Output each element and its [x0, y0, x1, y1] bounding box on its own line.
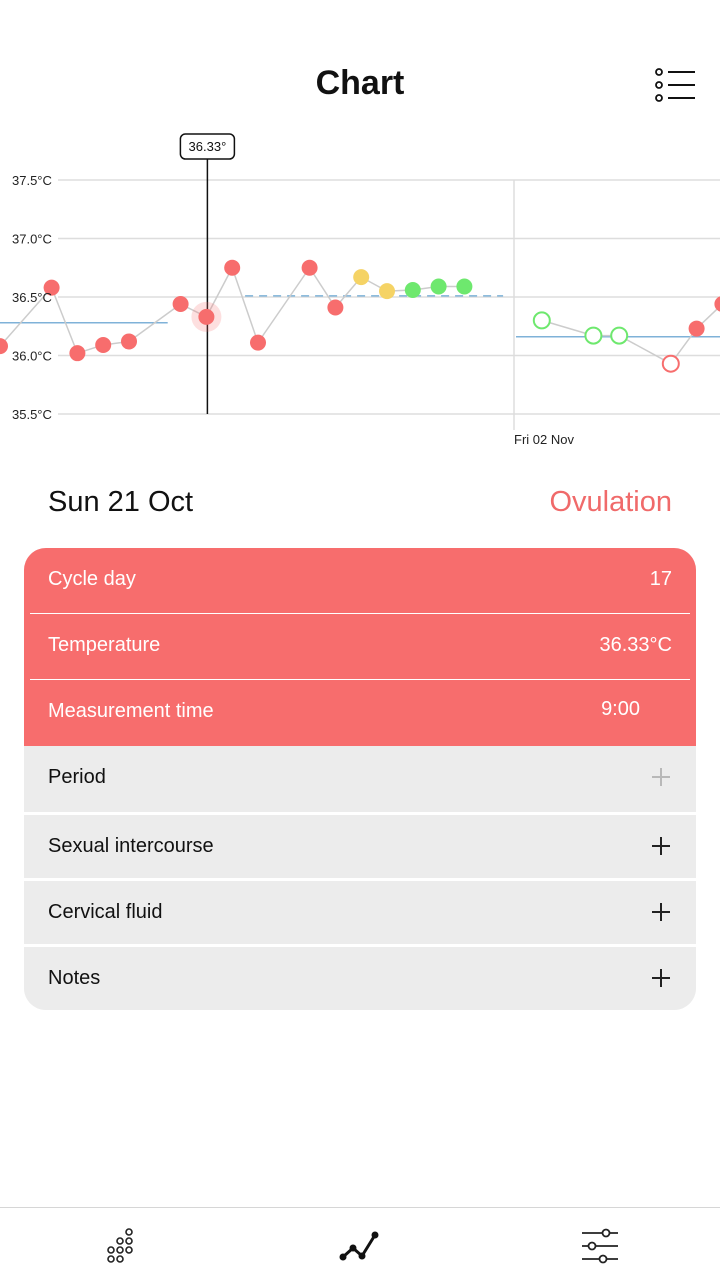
temperature-point [661, 354, 680, 373]
cycle-phase-label: Ovulation [549, 486, 672, 518]
temperature-chart[interactable]: 36.33° 37.5°C 37.0°C 36.5°C 36.0°C 35.5°C Fri… [0, 125, 720, 460]
chart-svg[interactable]: 36.33° 37.5°C 37.0°C 36.5°C 36.0°C 35.5°C Fri… [0, 125, 720, 460]
temperature-point [250, 334, 266, 351]
temperature-value: 36.33°C [599, 634, 673, 656]
temperature-point [688, 320, 705, 337]
temperature-point [456, 278, 473, 295]
day-details-card: Cycle day 17 Temperature 36.33°C Measure… [24, 548, 696, 1010]
selected-day-row: Sun 21 Oct Ovulation [48, 486, 672, 526]
cervical-fluid-row[interactable]: Cervical fluid [24, 881, 696, 945]
selected-date: Sun 21 Oct [48, 486, 194, 518]
plus-icon[interactable] [652, 837, 670, 855]
temperature-point [714, 296, 720, 312]
settings-sliders-icon[interactable] [578, 1226, 622, 1266]
temperature-point [610, 326, 629, 345]
temperature-point [404, 281, 421, 298]
temperature-point [379, 283, 395, 300]
y-tick-label: 37.0°C [12, 232, 52, 247]
list-menu-icon[interactable] [652, 66, 698, 106]
cycle-start-label: Fri 02 Nov [514, 432, 574, 447]
temperature-point [172, 296, 189, 313]
temperature-row[interactable]: Temperature 36.33°C [24, 614, 696, 678]
measurement-time-label: Measurement time [48, 700, 214, 722]
period-label: Period [48, 766, 106, 788]
sexual-intercourse-label: Sexual intercourse [48, 835, 214, 857]
temperature-point [0, 338, 8, 355]
plus-icon[interactable] [652, 768, 670, 786]
connector-line [231, 267, 259, 343]
plus-icon[interactable] [652, 969, 670, 987]
temperature-point [95, 336, 112, 353]
y-tick-label: 36.0°C [12, 349, 52, 364]
notes-label: Notes [48, 967, 101, 989]
temperature-point [532, 311, 551, 330]
chart-line-icon[interactable] [338, 1226, 382, 1266]
temperature-point [327, 299, 344, 316]
page-title: Chart [315, 64, 405, 102]
selected-value-label: 36.33° [189, 139, 227, 154]
connector-line [257, 267, 311, 344]
cycle-day-value: 17 [649, 568, 672, 590]
temperature-point [301, 259, 318, 276]
notes-row[interactable]: Notes [24, 947, 696, 1010]
temperature-point [224, 259, 241, 276]
calendar-dots-icon[interactable] [98, 1226, 142, 1266]
period-row[interactable]: Period [24, 746, 696, 810]
sexual-intercourse-row[interactable]: Sexual intercourse [24, 815, 696, 879]
temperature-point [353, 269, 370, 286]
app-header: Chart [0, 0, 720, 130]
cycle-day-row: Cycle day 17 [24, 548, 696, 612]
temperature-point [121, 333, 137, 350]
temperature-point [584, 326, 603, 345]
temperature-point [69, 345, 86, 362]
y-tick-label: 37.5°C [12, 173, 52, 188]
plus-icon[interactable] [652, 903, 670, 921]
y-tick-label: 36.5°C [12, 290, 52, 305]
cervical-fluid-label: Cervical fluid [48, 901, 163, 923]
bottom-navigation [0, 1207, 720, 1280]
selected-point-halo [191, 301, 222, 332]
cycle-day-label: Cycle day [48, 568, 136, 590]
measurement-time-value: 9:00 [601, 698, 640, 720]
measurement-time-row[interactable]: Measurement time 9:00 [24, 680, 696, 746]
y-tick-label: 35.5°C [12, 407, 52, 422]
temperature-label: Temperature [48, 634, 161, 656]
temperature-point [430, 278, 447, 295]
